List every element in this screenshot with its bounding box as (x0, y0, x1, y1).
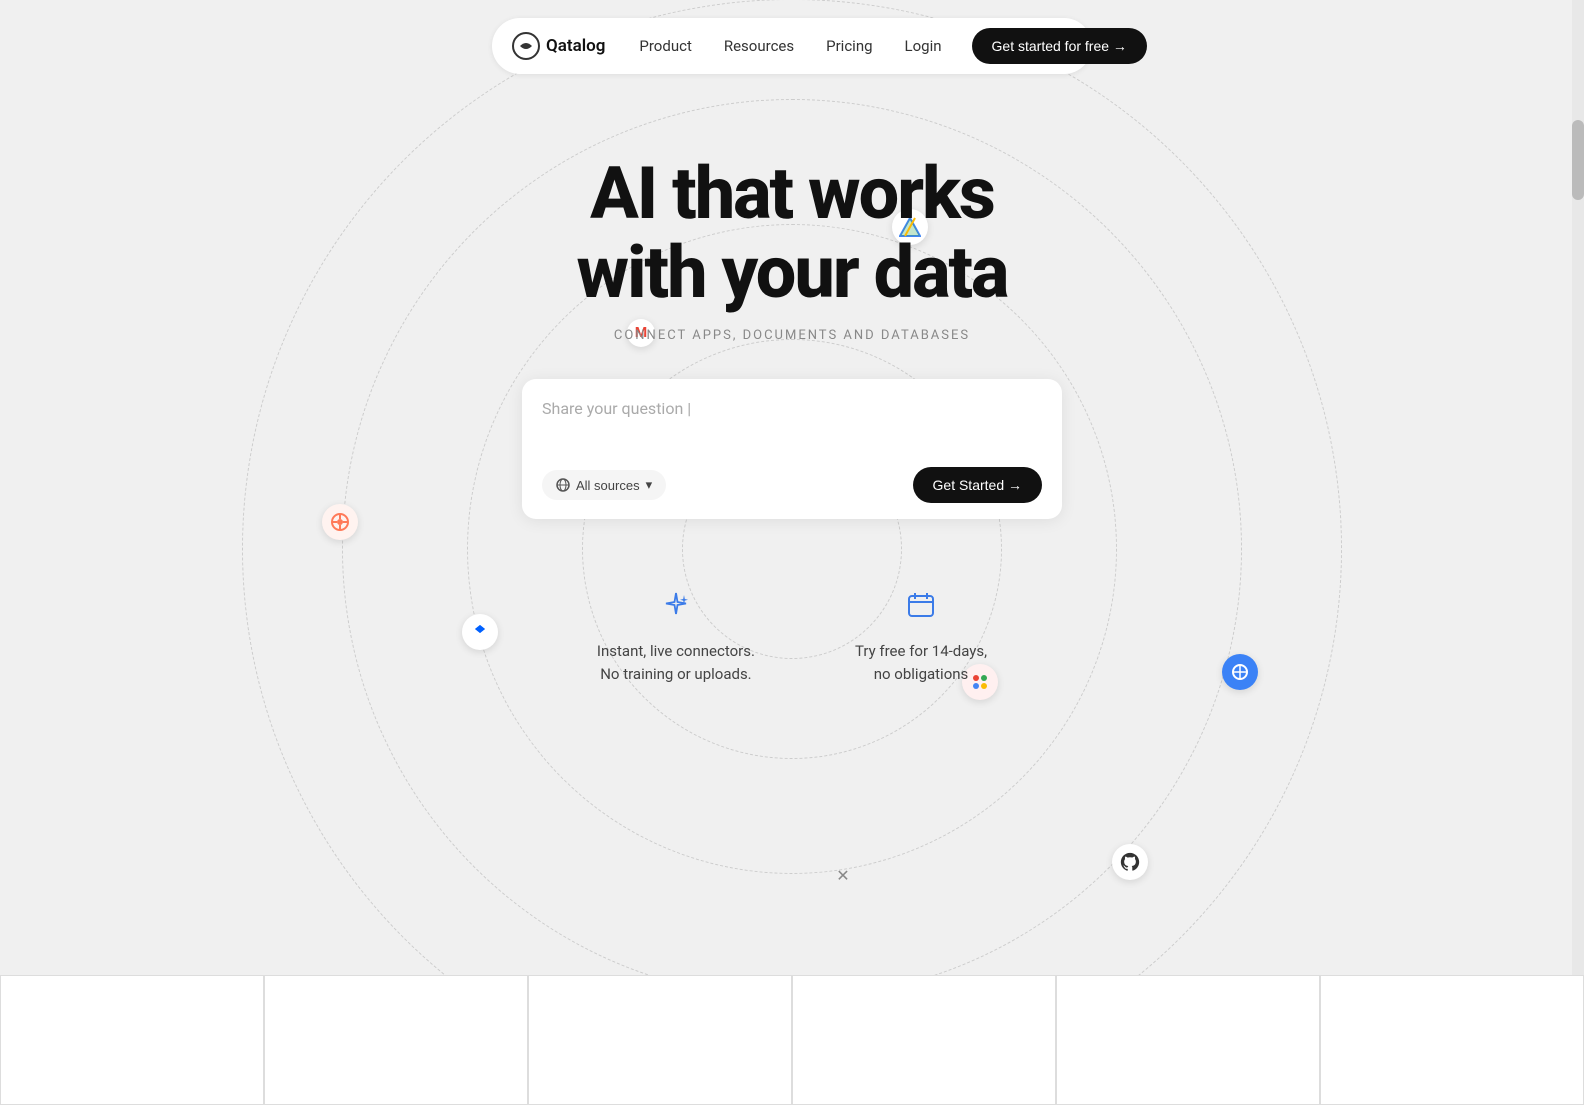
brand-name: Qatalog (546, 36, 605, 56)
nav-links: Product Resources Pricing Login (625, 31, 955, 61)
floating-icon-github (1112, 844, 1148, 880)
sources-chevron: ▾ (646, 477, 653, 493)
floating-icon-hubspot (322, 504, 358, 540)
hero-headline-line1: AI that works (590, 151, 994, 236)
bottom-cell-2 (264, 975, 528, 1105)
floating-icon-dropbox (462, 614, 498, 650)
feature-trial-line1: Try free for 14-days, (855, 642, 987, 660)
sparkle-icon (660, 589, 692, 628)
feature-trial-line2: no obligations (874, 665, 969, 683)
navbar-wrapper: Qatalog Product Resources Pricing Login … (0, 0, 1584, 74)
nav-cta-button[interactable]: Get started for free → (972, 28, 1147, 64)
bottom-cell-1 (0, 975, 264, 1105)
logo-area: Qatalog (512, 32, 605, 60)
navbar: Qatalog Product Resources Pricing Login … (492, 18, 1092, 74)
sources-label: All sources (576, 478, 640, 493)
search-bottom: All sources ▾ Get Started → (542, 467, 1042, 503)
hero-section: M (0, 74, 1584, 874)
floating-icon-small: ✕ (830, 862, 856, 888)
nav-resources[interactable]: Resources (710, 31, 808, 61)
feature-instant-connectors: Instant, live connectors. No training or… (597, 589, 755, 685)
get-started-button[interactable]: Get Started → (913, 467, 1042, 503)
bottom-cell-5 (1056, 975, 1320, 1105)
sources-button[interactable]: All sources ▾ (542, 470, 666, 500)
feature-text-line1: Instant, live connectors. (597, 642, 755, 660)
calendar-icon (905, 589, 937, 628)
feature-text-trial: Try free for 14-days, no obligations (855, 640, 987, 685)
nav-pricing[interactable]: Pricing (812, 31, 886, 61)
logo-icon (512, 32, 540, 60)
bottom-cell-3 (528, 975, 792, 1105)
floating-icon-blue (1222, 654, 1258, 690)
hero-content: AI that works with your data Connect app… (522, 154, 1062, 685)
nav-login[interactable]: Login (891, 31, 956, 61)
bottom-grid (0, 975, 1584, 1105)
feature-text-connectors: Instant, live connectors. No training or… (597, 640, 755, 685)
features-row: Instant, live connectors. No training or… (597, 589, 987, 685)
hero-headline-line2: with your data (577, 230, 1008, 315)
search-input[interactable] (542, 399, 1042, 459)
feature-text-line2: No training or uploads. (600, 665, 751, 683)
feature-free-trial: Try free for 14-days, no obligations (855, 589, 987, 685)
hero-subtitle: Connect apps, documents and databases (614, 328, 970, 343)
bottom-cell-6 (1320, 975, 1584, 1105)
nav-product[interactable]: Product (625, 31, 705, 61)
sources-icon (556, 478, 570, 492)
hero-headline: AI that works with your data (577, 154, 1008, 312)
search-box: All sources ▾ Get Started → (522, 379, 1062, 519)
bottom-cell-4 (792, 975, 1056, 1105)
